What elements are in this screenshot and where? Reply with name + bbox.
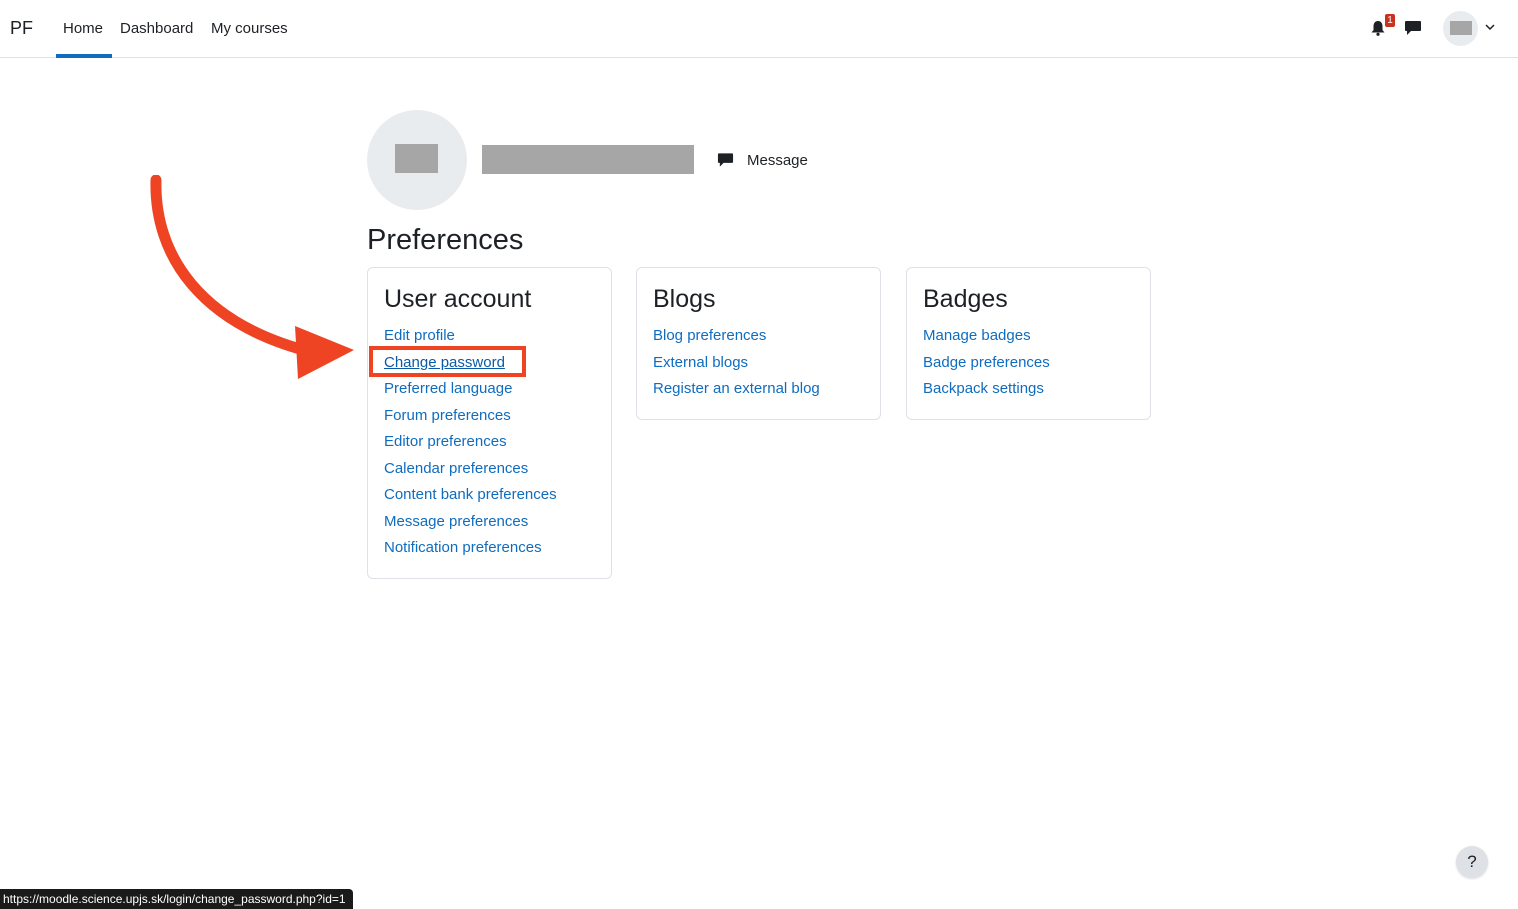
editor-preferences-link[interactable]: Editor preferences bbox=[384, 433, 507, 450]
nav-home[interactable]: Home bbox=[63, 20, 103, 37]
calendar-preferences-link[interactable]: Calendar preferences bbox=[384, 460, 528, 477]
external-blogs-link[interactable]: External blogs bbox=[653, 354, 748, 371]
site-brand[interactable]: PF bbox=[10, 18, 33, 39]
avatar-placeholder bbox=[1450, 21, 1472, 35]
backpack-settings-link[interactable]: Backpack settings bbox=[923, 380, 1044, 397]
browser-status-url: https://moodle.science.upjs.sk/login/cha… bbox=[0, 889, 353, 909]
user-menu-caret-icon[interactable] bbox=[1485, 23, 1495, 31]
redacted-user-name bbox=[482, 145, 694, 174]
help-button[interactable]: ? bbox=[1456, 846, 1488, 878]
notification-count-badge: 1 bbox=[1385, 14, 1395, 27]
nav-my-courses[interactable]: My courses bbox=[211, 20, 288, 37]
manage-badges-link[interactable]: Manage badges bbox=[923, 327, 1031, 344]
card-title: User account bbox=[384, 285, 532, 313]
annotation-arrow-icon bbox=[150, 175, 354, 379]
user-avatar[interactable] bbox=[1443, 11, 1478, 46]
blogs-card: Blogs Blog preferences External blogs Re… bbox=[636, 267, 881, 420]
badge-preferences-link[interactable]: Badge preferences bbox=[923, 354, 1050, 371]
message-button[interactable]: Message bbox=[747, 152, 808, 169]
active-nav-indicator bbox=[56, 54, 112, 58]
user-account-card: User account Edit profile Change passwor… bbox=[367, 267, 612, 579]
chat-icon[interactable] bbox=[1404, 20, 1422, 36]
profile-avatar bbox=[367, 110, 467, 210]
highlight-box-annotation bbox=[369, 346, 526, 377]
page-title: Preferences bbox=[367, 224, 524, 256]
content-bank-preferences-link[interactable]: Content bank preferences bbox=[384, 486, 557, 503]
nav-dashboard[interactable]: Dashboard bbox=[120, 20, 193, 37]
badges-card: Badges Manage badges Badge preferences B… bbox=[906, 267, 1151, 420]
card-title: Badges bbox=[923, 285, 1008, 313]
register-external-blog-link[interactable]: Register an external blog bbox=[653, 380, 820, 397]
blog-preferences-link[interactable]: Blog preferences bbox=[653, 327, 766, 344]
notification-preferences-link[interactable]: Notification preferences bbox=[384, 539, 542, 556]
preferred-language-link[interactable]: Preferred language bbox=[384, 380, 512, 397]
avatar-placeholder bbox=[395, 144, 438, 173]
top-navbar: PF Home Dashboard My courses 1 bbox=[0, 0, 1518, 58]
card-title: Blogs bbox=[653, 285, 716, 313]
forum-preferences-link[interactable]: Forum preferences bbox=[384, 407, 511, 424]
edit-profile-link[interactable]: Edit profile bbox=[384, 327, 455, 344]
message-preferences-link[interactable]: Message preferences bbox=[384, 513, 528, 530]
message-icon[interactable] bbox=[717, 152, 734, 168]
